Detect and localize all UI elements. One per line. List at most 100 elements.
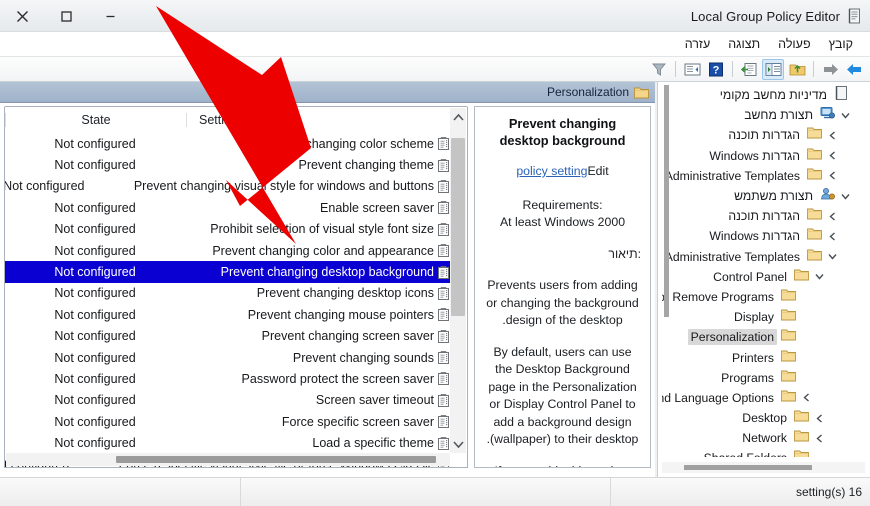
tree-node[interactable]: Regional and Language Options — [662, 388, 865, 408]
tree-vertical-scrollbar[interactable] — [664, 85, 669, 457]
tree-node[interactable]: Desktop — [662, 408, 865, 428]
description-label: :תיאור — [608, 246, 641, 261]
tree-node-label: Network — [742, 431, 787, 446]
chevron-left-icon[interactable] — [826, 171, 839, 180]
tree-node[interactable]: הגדרות Windows — [662, 146, 865, 166]
table-row[interactable]: Password protect the screen saver Not con… — [5, 368, 451, 389]
policy-setting-icon — [438, 137, 449, 151]
user-config-icon — [820, 187, 835, 205]
table-row-selected[interactable]: Prevent changing desktop background Not c… — [5, 261, 451, 283]
back-icon[interactable] — [819, 59, 841, 80]
menu-view[interactable]: תצוגה — [719, 35, 769, 53]
chevron-down-icon[interactable] — [826, 253, 839, 260]
tree-node[interactable]: Administrative Templates — [662, 166, 865, 186]
table-row[interactable]: Prevent changing desktop icons Not config… — [5, 283, 451, 304]
tree-node[interactable]: Add or Remove Programs — [662, 287, 865, 307]
chevron-left-icon[interactable] — [813, 414, 826, 423]
chevron-left-icon[interactable] — [826, 212, 839, 221]
row-state-cell: Not configured — [54, 329, 136, 344]
table-row[interactable]: Force specific screen saver Not configure… — [5, 411, 451, 432]
row-state-cell: Not configured — [54, 371, 136, 386]
tree-node[interactable]: תצורת משתמש — [662, 186, 865, 206]
chevron-left-icon[interactable] — [826, 151, 839, 160]
row-state-cell: Not configured — [54, 436, 136, 451]
menu-action[interactable]: פעולה — [769, 35, 819, 53]
table-row[interactable]: Enable screen saver Not configured — [5, 197, 451, 218]
tree-node[interactable]: הגדרות Windows — [662, 226, 865, 246]
tree-node[interactable]: Shared Folders — [662, 448, 865, 457]
help-icon[interactable]: ? — [705, 59, 727, 80]
chevron-left-icon[interactable] — [813, 434, 826, 443]
tree-horizontal-scrollbar[interactable] — [662, 462, 865, 473]
table-row[interactable]: Prevent changing sounds Not configured — [5, 347, 451, 368]
table-row[interactable]: Prohibit selection of visual style font … — [5, 219, 451, 240]
tree-node[interactable]: Display — [662, 307, 865, 327]
table-row[interactable]: Prevent changing mouse pointers Not confi… — [5, 304, 451, 325]
minimize-icon[interactable] — [88, 0, 132, 32]
table-row[interactable]: Load a specific theme Not configured — [5, 432, 451, 453]
chevron-down-icon[interactable] — [839, 193, 852, 200]
settings-listview[interactable]: Setting State Prevent changing color sch… — [4, 106, 468, 468]
tree-node[interactable]: Control Panel — [662, 267, 865, 287]
status-count-text: setting(s) 16 — [795, 485, 862, 499]
tree-node[interactable]: הגדרות תוכנה — [662, 206, 865, 226]
scroll-thumb[interactable] — [451, 138, 465, 316]
console-tree[interactable]: מדיניות מחשב מקומי תצורת מחשב הגדרות תוכנה… — [662, 85, 865, 457]
menu-help[interactable]: עזרה — [676, 35, 720, 53]
chevron-down-icon[interactable] — [813, 273, 826, 280]
forward-icon[interactable] — [843, 59, 865, 80]
scroll-down-icon[interactable] — [450, 435, 466, 453]
view-icon[interactable] — [681, 59, 703, 80]
tree-node[interactable]: Programs — [662, 368, 865, 388]
tree-node[interactable]: Network — [662, 428, 865, 448]
table-row[interactable]: Screen saver timeout Not configured — [5, 390, 451, 411]
export-list-icon[interactable] — [738, 59, 760, 80]
chevron-left-icon[interactable] — [800, 393, 813, 402]
hscroll-thumb[interactable] — [116, 456, 436, 463]
row-setting-label: Screen saver timeout — [315, 393, 434, 408]
row-state-cell: Not configured — [54, 200, 136, 215]
close-icon[interactable] — [0, 0, 44, 32]
tree-node[interactable]: Personalization — [662, 327, 865, 347]
chevron-left-icon[interactable] — [826, 232, 839, 241]
show-hide-tree-icon[interactable] — [762, 58, 784, 80]
row-setting-cell: Prevent changing sounds — [185, 351, 451, 365]
tree-node-label: הגדרות Windows — [709, 148, 800, 163]
list-horizontal-scrollbar[interactable] — [6, 453, 450, 466]
filter-icon[interactable] — [648, 59, 670, 80]
policy-setting-link[interactable]: policy setting — [516, 164, 587, 178]
table-row[interactable]: Prevent changing visual style for window… — [5, 176, 451, 197]
column-header-setting[interactable]: Setting — [187, 113, 467, 127]
list-vertical-scrollbar[interactable] — [450, 108, 466, 453]
maximize-icon[interactable] — [44, 0, 88, 32]
folder-icon — [634, 86, 649, 99]
scroll-track[interactable] — [450, 126, 466, 435]
scroll-up-icon[interactable] — [450, 108, 466, 126]
row-setting-cell: Screen saver timeout — [185, 393, 451, 407]
table-row[interactable]: Prevent changing theme Not configured — [5, 154, 451, 175]
table-row[interactable]: Prevent changing color and appearance Not… — [5, 240, 451, 261]
main-body: Personalization Setting State Prevent ch… — [0, 82, 870, 477]
table-row[interactable]: Prevent changing color scheme Not configu… — [5, 133, 451, 154]
table-row[interactable]: Prevent changing screen saver Not configu… — [5, 326, 451, 347]
tree-vscroll-thumb[interactable] — [664, 85, 669, 317]
row-setting-label: Prevent changing desktop icons — [256, 286, 434, 301]
folder-icon — [781, 308, 796, 326]
edit-label: Edit — [587, 164, 609, 178]
tree-node[interactable]: Printers — [662, 347, 865, 367]
tree-node[interactable]: תצורת מחשב — [662, 105, 865, 125]
description-pane[interactable]: Prevent changing desktop background poli… — [474, 106, 651, 468]
window-controls — [0, 0, 132, 32]
up-folder-icon[interactable] — [786, 59, 808, 80]
menu-file[interactable]: קובץ — [820, 35, 862, 53]
row-setting-cell: Password protect the screen saver — [185, 372, 451, 386]
chevron-down-icon[interactable] — [839, 112, 852, 119]
tree-node[interactable]: Administrative Templates — [662, 247, 865, 267]
row-setting-label: Prohibit selection of visual style font … — [210, 222, 434, 237]
tree-node[interactable]: מדיניות מחשב מקומי — [662, 85, 865, 105]
tree-hscroll-thumb[interactable] — [684, 465, 812, 470]
column-header-state[interactable]: State — [5, 113, 187, 127]
policy-setting-icon — [438, 201, 449, 215]
chevron-left-icon[interactable] — [826, 131, 839, 140]
tree-node[interactable]: הגדרות תוכנה — [662, 125, 865, 145]
